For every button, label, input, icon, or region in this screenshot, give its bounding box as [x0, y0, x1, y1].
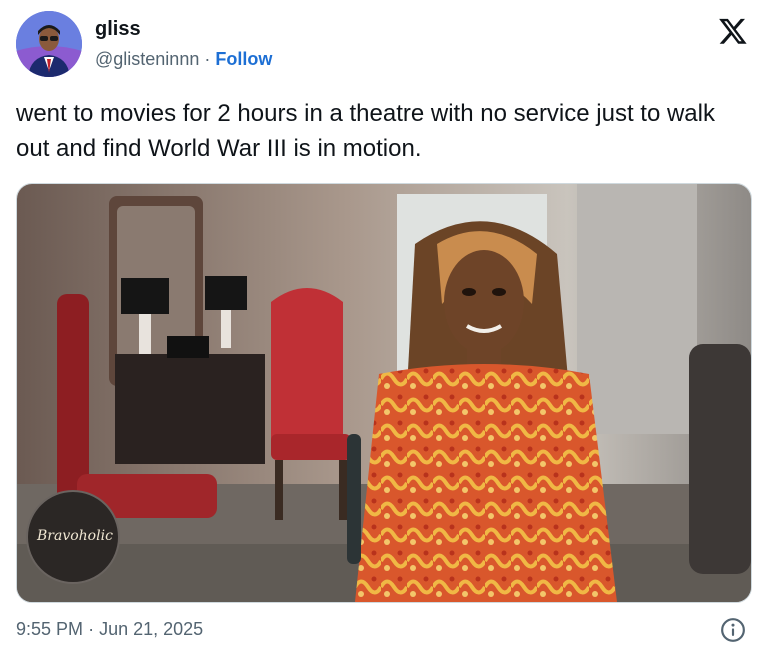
- timestamp-row[interactable]: 9:55 PM · Jun 21, 2025: [16, 619, 203, 640]
- avatar[interactable]: [16, 11, 82, 77]
- tweet-media[interactable]: Bravoholic: [16, 183, 752, 603]
- handle-row: @glisteninnn · Follow: [95, 49, 272, 70]
- avatar-image: [16, 11, 82, 77]
- tweet-time: 9:55 PM: [16, 619, 84, 639]
- display-name[interactable]: gliss: [95, 18, 141, 41]
- follow-button[interactable]: Follow: [215, 49, 272, 69]
- user-handle[interactable]: @glisteninnn: [95, 49, 199, 69]
- watermark-badge: Bravoholic: [37, 528, 113, 544]
- tweet-date: Jun 21, 2025: [99, 619, 204, 639]
- video-still: [17, 184, 751, 602]
- x-logo-icon[interactable]: [718, 16, 748, 46]
- tweet-text: went to movies for 2 hours in a theatre …: [16, 100, 715, 162]
- handle-separator: ·: [204, 49, 211, 69]
- meta-separator: ·: [88, 619, 95, 639]
- info-icon[interactable]: [720, 617, 746, 643]
